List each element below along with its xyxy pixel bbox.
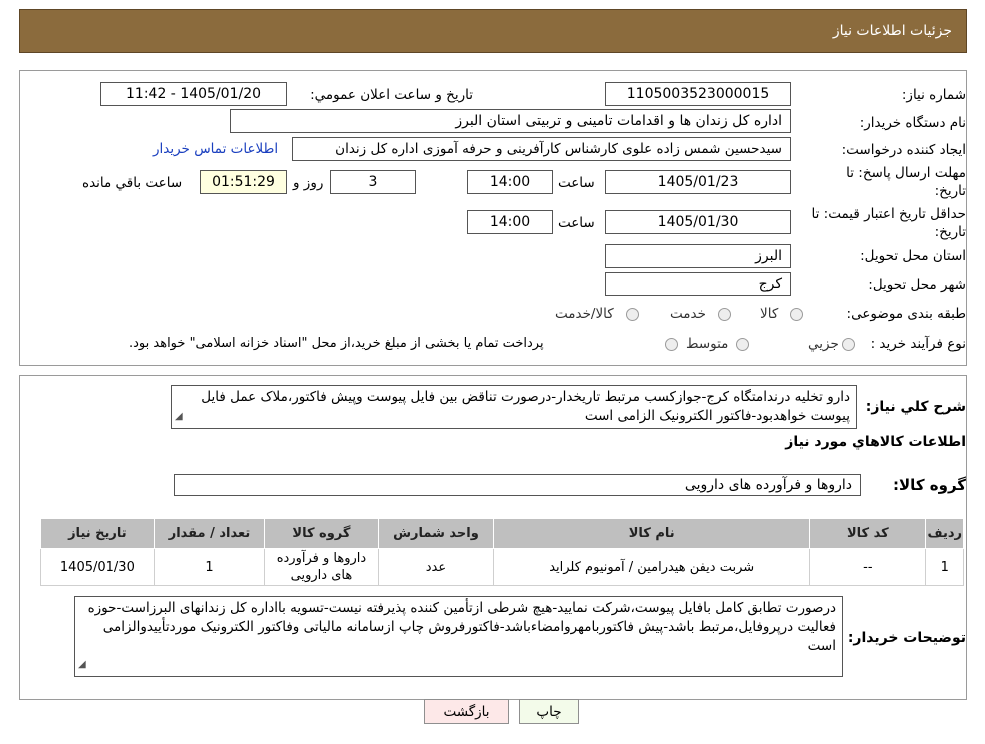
validity-hour-label: ساعت	[558, 215, 595, 231]
goods-group-label: گروه کالا:	[893, 476, 966, 494]
col-group: گروه کالا	[264, 518, 379, 549]
need-number-label: شماره نیاز:	[901, 87, 966, 103]
goods-section-title: اطلاعات کالاهاي مورد نياز	[785, 434, 966, 450]
back-button[interactable]: بازگشت	[424, 699, 509, 724]
deadline-label-2: تاريخ:	[934, 183, 966, 199]
validity-time-field: 14:00	[467, 210, 553, 234]
buyer-label: نام دستگاه خريدار:	[859, 115, 966, 131]
validity-label: حداقل تاريخ اعتبار قيمت: تا	[811, 206, 966, 222]
category-option-service: خدمت	[670, 306, 706, 322]
city-field: کرج	[605, 272, 791, 296]
description-text: دارو تخلیه درندامتگاه کرج-جوازکسب مرتبط …	[201, 389, 850, 424]
days-remaining-field: 3	[330, 170, 416, 194]
remaining-time-label: ساعت باقي مانده	[82, 175, 183, 191]
purchase-type-option-minor: جزيي	[808, 336, 839, 352]
creator-field: سیدحسین شمس زاده علوی کارشناس کارآفرینی …	[292, 137, 791, 161]
cell-name: شربت دیفن هیدرامین / آمونیوم کلراید	[493, 548, 811, 586]
category-radio-goods[interactable]	[790, 308, 803, 321]
payment-note-checkbox[interactable]	[665, 338, 678, 351]
cell-code: --	[809, 548, 927, 586]
province-field: البرز	[605, 244, 791, 268]
purchase-type-option-medium: متوسط	[686, 336, 729, 352]
need-number-field: 1105003523000015	[605, 82, 791, 106]
days-label: روز و	[293, 175, 324, 191]
goods-table-header: رديف کد کالا نام کالا واحد شمارش گروه کا…	[40, 518, 964, 549]
purchase-type-radio-medium[interactable]	[736, 338, 749, 351]
deadline-hour-label: ساعت	[558, 175, 595, 191]
category-radio-service[interactable]	[718, 308, 731, 321]
validity-date-field: 1405/01/30	[605, 210, 791, 234]
category-radio-goods-service[interactable]	[626, 308, 639, 321]
buyer-field: اداره کل زندان ها و اقدامات تامینی و ترب…	[230, 109, 791, 133]
page-header: جزئیات اطلاعات نیاز	[19, 9, 967, 53]
category-option-goods-service: کالا/خدمت	[555, 306, 614, 322]
col-code: کد کالا	[809, 518, 927, 549]
buyer-notes-textarea[interactable]: درصورت تطابق کامل بافایل پیوست،شرکت نمای…	[74, 596, 843, 677]
col-unit: واحد شمارش	[377, 518, 495, 549]
goods-group-field: داروها و فرآورده های دارویی	[174, 474, 861, 496]
announce-label: تاریخ و ساعت اعلان عمومي:	[310, 87, 473, 103]
cell-need-date: 1405/01/30	[40, 548, 155, 586]
goods-table: رديف کد کالا نام کالا واحد شمارش گروه کا…	[40, 518, 964, 586]
deadline-date-field: 1405/01/23	[605, 170, 791, 194]
city-label: شهر محل تحويل:	[868, 277, 966, 293]
payment-note: پرداخت تمام یا بخشی از مبلغ خرید،از محل …	[129, 336, 544, 351]
cell-unit: عدد	[377, 548, 495, 586]
cell-row: 1	[925, 548, 964, 586]
cell-quantity: 1	[153, 548, 266, 586]
cell-group: داروها و فرآورده های دارویی	[264, 548, 379, 586]
deadline-label: مهلت ارسال پاسخ: تا	[846, 165, 966, 181]
resize-grip-icon[interactable]: ◢	[175, 407, 183, 426]
province-label: استان محل تحويل:	[860, 248, 966, 264]
category-option-goods: کالا	[760, 306, 779, 322]
purchase-type-label: نوع فرآيند خريد :	[870, 336, 966, 352]
table-row: 1 -- شربت دیفن هیدرامین / آمونیوم کلراید…	[40, 548, 964, 586]
print-button[interactable]: چاپ	[519, 699, 579, 724]
deadline-time-field: 14:00	[467, 170, 553, 194]
buyer-notes-text: درصورت تطابق کامل بافایل پیوست،شرکت نمای…	[87, 600, 836, 654]
col-row: رديف	[925, 518, 964, 549]
description-label: شرح کلي نياز:	[865, 399, 966, 415]
category-label: طبقه بندی موضوعی:	[846, 306, 966, 322]
goods-table-wrap: رديف کد کالا نام کالا واحد شمارش گروه کا…	[40, 518, 964, 586]
creator-label: ايجاد کننده درخواست:	[841, 142, 966, 158]
col-quantity: تعداد / مقدار	[153, 518, 266, 549]
purchase-type-radio-minor[interactable]	[842, 338, 855, 351]
description-textarea[interactable]: دارو تخلیه درندامتگاه کرج-جوازکسب مرتبط …	[171, 385, 857, 429]
page-title: جزئیات اطلاعات نیاز	[832, 23, 952, 39]
remaining-time-field: 01:51:29	[200, 170, 287, 194]
announce-field: 1405/01/20 - 11:42	[100, 82, 287, 106]
buyer-contact-link[interactable]: اطلاعات تماس خريدار	[153, 141, 278, 157]
buyer-notes-label: توضيحات خريدار:	[847, 630, 966, 646]
col-name: نام کالا	[493, 518, 811, 549]
validity-label-2: تاريخ:	[934, 224, 966, 240]
resize-grip-icon[interactable]: ◢	[78, 655, 86, 674]
col-need-date: تاريخ نياز	[40, 518, 155, 549]
